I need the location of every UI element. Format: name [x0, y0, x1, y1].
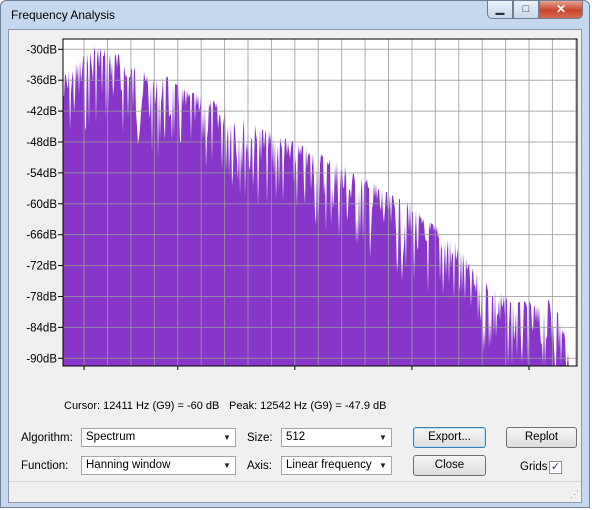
y-tick-label: -84dB	[26, 322, 57, 334]
y-tick-label: -42dB	[26, 106, 57, 118]
export-button[interactable]: Export...	[413, 427, 486, 448]
y-tick-label: -90dB	[26, 353, 57, 365]
status-bar: ⋰	[9, 481, 581, 502]
function-select[interactable]: Hanning window ▼	[81, 456, 236, 475]
grids-checkbox[interactable]: ✓	[549, 461, 562, 474]
y-tick-label: -60dB	[26, 199, 57, 211]
size-label: Size:	[247, 432, 273, 444]
y-tick-label: -30dB	[26, 44, 57, 56]
y-tick-label: -78dB	[26, 291, 57, 303]
title-bar[interactable]: Frequency Analysis ▁ □ ✕	[1, 1, 589, 29]
size-select[interactable]: 512 ▼	[281, 428, 392, 447]
spectrum-plot[interactable]: -30dB -36dB -42dB -48dB -54dB -60dB -66dB -72dB…	[11, 38, 581, 372]
size-value: 512	[286, 431, 306, 443]
maximize-icon: □	[522, 3, 530, 15]
axis-select[interactable]: Linear frequency ▼	[281, 456, 392, 475]
minimize-icon: ▁	[495, 3, 505, 15]
function-label: Function:	[21, 460, 69, 472]
algorithm-value: Spectrum	[86, 431, 136, 443]
function-value: Hanning window	[86, 459, 171, 471]
chevron-down-icon: ▼	[223, 433, 231, 442]
close-window-button[interactable]: ✕	[539, 1, 583, 19]
y-tick-label: -54dB	[26, 168, 57, 180]
y-tick-label: -48dB	[26, 137, 57, 149]
chevron-down-icon: ▼	[379, 433, 387, 442]
maximize-button[interactable]: □	[513, 1, 539, 19]
dialog-client-area: -30dB -36dB -42dB -48dB -54dB -60dB -66dB -72dB…	[8, 29, 582, 503]
caption-buttons: ▁ □ ✕	[487, 1, 583, 19]
chevron-down-icon: ▼	[223, 461, 231, 470]
axis-value: Linear frequency	[286, 459, 372, 471]
frequency-analysis-window: Frequency Analysis ▁ □ ✕ -30dB -36dB -42dB…	[0, 0, 590, 508]
minimize-button[interactable]: ▁	[487, 1, 513, 19]
y-tick-label: -66dB	[26, 230, 57, 242]
algorithm-label: Algorithm:	[21, 432, 73, 444]
grids-label: Grids	[520, 461, 548, 473]
y-tick-label: -36dB	[26, 75, 57, 87]
peak-readout: Peak: 12542 Hz (G9) = -47.9 dB	[229, 400, 387, 412]
cursor-readout: Cursor: 12411 Hz (G9) = -60 dB	[64, 400, 220, 412]
chevron-down-icon: ▼	[379, 461, 387, 470]
close-button[interactable]: Close	[413, 455, 486, 476]
resize-grip-icon[interactable]: ⋰	[570, 489, 579, 500]
algorithm-select[interactable]: Spectrum ▼	[81, 428, 236, 447]
y-tick-label: -72dB	[26, 261, 57, 273]
close-icon: ✕	[555, 2, 567, 16]
axis-label: Axis:	[247, 460, 272, 472]
window-title: Frequency Analysis	[11, 8, 116, 22]
replot-button[interactable]: Replot	[506, 427, 577, 448]
